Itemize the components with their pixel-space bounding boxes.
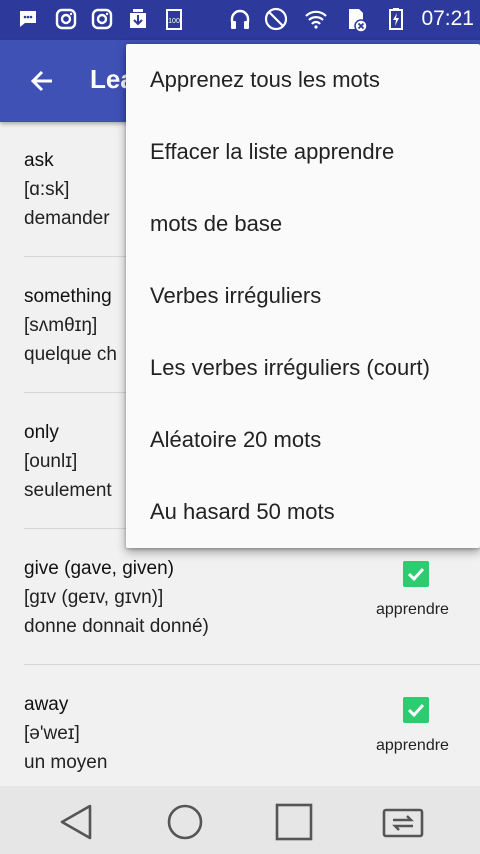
svg-text:100: 100 [168,18,180,25]
overflow-menu: Apprenez tous les mots Effacer la liste … [126,44,480,548]
nav-switch-app-icon[interactable] [381,800,425,844]
back-arrow-icon[interactable] [22,62,62,102]
menu-item-learn-all[interactable]: Apprenez tous les mots [126,44,480,116]
translation-text: seulement [24,480,112,501]
menu-item-random-50[interactable]: Au hasard 50 mots [126,476,480,548]
checkbox-checked-icon[interactable] [403,561,429,587]
clock: 07:21 [421,7,474,30]
phonetic-text: [ɑ:sk] [24,179,70,200]
menu-item-irregular-verbs[interactable]: Verbes irréguliers [126,260,480,332]
checkbox-checked-icon[interactable] [403,697,429,723]
list-item[interactable]: give (gave, given) [gɪv (geɪv, gɪvn)] do… [24,530,480,665]
no-vibrate-icon [264,7,288,31]
status-bar: 100 07:21 [0,0,480,40]
list-item[interactable]: away [ə'weɪ] un moyen apprendre [24,666,480,786]
learn-checkbox-label: apprendre [376,737,449,754]
phonetic-text: [sʌmθɪŋ] [24,315,98,336]
translation-text: un moyen [24,752,108,773]
navigation-bar [0,786,480,854]
instagram-icon [55,8,77,30]
learn-checkbox-label: apprendre [376,601,449,618]
word-text: only [24,422,59,443]
nav-home-icon[interactable] [163,800,207,844]
messages-icon [20,11,36,27]
word-text: give (gave, given) [24,558,174,579]
menu-item-irregular-verbs-short[interactable]: Les verbes irréguliers (court) [126,332,480,404]
battery-100-icon: 100 [166,9,182,30]
translation-text: quelque ch [24,344,117,365]
menu-item-clear-learn-list[interactable]: Effacer la liste apprendre [126,116,480,188]
word-text: away [24,694,69,715]
instagram-icon [91,8,113,30]
menu-item-random-20[interactable]: Aléatoire 20 mots [126,404,480,476]
phonetic-text: [ə'weɪ] [24,723,80,744]
translation-text: donne donnait donné) [24,616,209,637]
word-text: ask [24,150,54,171]
phonetic-text: [ounlɪ] [24,451,78,472]
word-text: something [24,286,112,307]
phonetic-text: [gɪv (geɪv, gɪvn)] [24,587,164,608]
wifi-icon [305,10,327,29]
headphones-icon [230,9,250,29]
nav-recents-icon[interactable] [272,800,316,844]
sim-error-icon [349,9,368,32]
divider [24,664,480,665]
nav-back-icon[interactable] [54,800,98,844]
translation-text: demander [24,208,110,229]
battery-charging-icon [389,8,403,30]
download-icon [130,9,146,28]
menu-item-basic-words[interactable]: mots de base [126,188,480,260]
